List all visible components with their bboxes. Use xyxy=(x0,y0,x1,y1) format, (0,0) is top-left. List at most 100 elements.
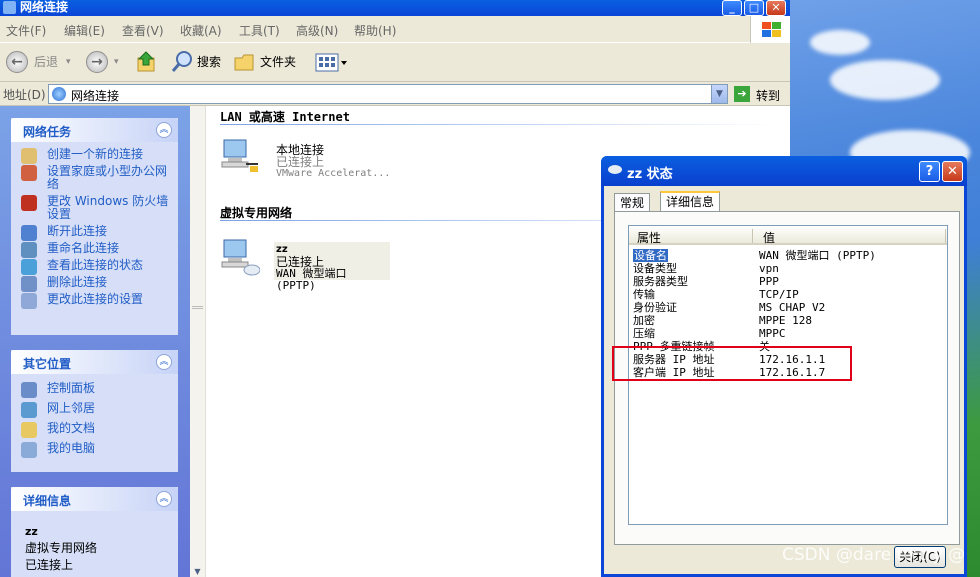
address-label: 地址(D) xyxy=(3,88,46,102)
address-value: 网络连接 xyxy=(71,89,120,103)
collapse-icon[interactable]: ︽ xyxy=(156,122,172,138)
lan-connection-status: 已连接上 xyxy=(276,155,325,169)
menu-view[interactable]: 查看(V) xyxy=(122,22,164,39)
window-title: 网络连接 xyxy=(20,0,69,14)
place-control-panel[interactable]: 控制面板 xyxy=(21,382,174,398)
dialog-title-bar: zz 状态 ? ✕ xyxy=(601,156,967,186)
search-icon[interactable] xyxy=(170,49,194,75)
lan-connection-icon xyxy=(221,139,258,172)
address-input[interactable]: 网络连接 ▼ xyxy=(48,84,728,104)
status-icon xyxy=(21,259,37,275)
group-divider xyxy=(220,124,780,125)
group-vpn-title: 虚拟专用网络 xyxy=(220,206,293,220)
list-row[interactable]: 身份验证 MS CHAP V2 xyxy=(629,301,947,314)
my-documents-icon xyxy=(21,422,37,438)
annotation-highlight-box xyxy=(612,346,852,381)
vpn-connection-device: WAN 微型端口 (PPTP) xyxy=(276,267,347,292)
back-dropdown-icon[interactable]: ▾ xyxy=(66,49,71,75)
menu-edit[interactable]: 编辑(E) xyxy=(64,22,105,39)
task-view-status[interactable]: 查看此连接的状态 xyxy=(21,259,174,275)
my-computer-icon xyxy=(21,442,37,458)
menu-file[interactable]: 文件(F) xyxy=(6,22,46,39)
folders-icon[interactable] xyxy=(233,49,257,75)
toolbar: ← 后退 ▾ → ▾ 搜索 文件夹 xyxy=(0,43,790,82)
go-arrow-icon: ➔ xyxy=(734,86,750,102)
menu-advanced[interactable]: 高级(N) xyxy=(296,22,338,39)
list-row[interactable]: 设备类型 vpn xyxy=(629,262,947,275)
network-icon xyxy=(52,87,66,101)
new-connection-icon xyxy=(21,148,37,164)
disconnect-icon xyxy=(21,225,37,241)
column-property[interactable]: 属性 xyxy=(637,229,661,246)
back-button[interactable]: 后退 xyxy=(34,49,58,75)
collapse-icon[interactable]: ︽ xyxy=(156,354,172,370)
details-type: 虚拟专用网络 xyxy=(25,541,98,555)
group-lan-title: LAN 或高速 Internet xyxy=(220,110,350,124)
column-value[interactable]: 值 xyxy=(763,229,775,246)
close-window-button[interactable]: ✕ xyxy=(766,0,786,16)
list-row[interactable]: 加密 MPPE 128 xyxy=(629,314,947,327)
task-change-firewall[interactable]: 更改 Windows 防火墙设置 xyxy=(21,195,174,221)
close-dialog-button[interactable]: ✕ xyxy=(942,161,963,182)
control-panel-icon xyxy=(21,382,37,398)
list-row[interactable]: 服务器类型 PPP xyxy=(629,275,947,288)
lan-connection-device: VMware Accelerat... xyxy=(276,168,391,179)
back-arrow-icon[interactable]: ← xyxy=(6,51,28,73)
up-folder-icon[interactable] xyxy=(135,49,157,75)
column-separator xyxy=(945,229,946,243)
collapse-icon[interactable]: ︽ xyxy=(156,491,172,507)
details-title: 详细信息 xyxy=(23,494,72,508)
network-tasks-header[interactable]: 网络任务 ︽ xyxy=(11,118,178,142)
menu-tools[interactable]: 工具(T) xyxy=(239,22,280,39)
place-network-neighborhood[interactable]: 网上邻居 xyxy=(21,402,174,418)
network-icon xyxy=(3,1,16,14)
list-row[interactable]: 设备名 WAN 微型端口 (PPTP) xyxy=(629,249,947,262)
help-button[interactable]: ? xyxy=(919,161,940,182)
task-rename[interactable]: 重命名此连接 xyxy=(21,242,174,258)
other-places-header[interactable]: 其它位置 ︽ xyxy=(11,350,178,374)
place-my-computer[interactable]: 我的电脑 xyxy=(21,442,174,458)
task-delete[interactable]: 删除此连接 xyxy=(21,276,174,292)
firewall-icon xyxy=(21,195,37,211)
forward-arrow-icon[interactable]: → xyxy=(86,51,108,73)
task-setup-home-network[interactable]: 设置家庭或小型办公网络 xyxy=(21,165,174,191)
network-places-icon xyxy=(21,402,37,418)
menu-help[interactable]: 帮助(H) xyxy=(354,22,396,39)
other-places-title: 其它位置 xyxy=(23,357,72,371)
dialog-title: zz 状态 xyxy=(627,167,673,182)
task-disconnect[interactable]: 断开此连接 xyxy=(21,225,174,241)
task-change-settings[interactable]: 更改此连接的设置 xyxy=(21,293,174,309)
forward-dropdown-icon[interactable]: ▾ xyxy=(114,49,119,75)
vpn-cloud-icon xyxy=(608,165,622,174)
search-button[interactable]: 搜索 xyxy=(197,49,221,75)
views-icon[interactable] xyxy=(314,49,348,75)
task-pane: 网络任务 ︽ 创建一个新的连接 设置家庭或小型办公网络 更改 Windows 防… xyxy=(0,106,190,577)
scroll-down-icon[interactable]: ▼ xyxy=(190,567,205,577)
address-bar: 地址(D) 网络连接 ▼ ➔ 转到 xyxy=(0,82,790,106)
folders-button[interactable]: 文件夹 xyxy=(260,49,296,75)
list-row[interactable]: 压缩 MPPC xyxy=(629,327,947,340)
maximize-button[interactable]: □ xyxy=(744,0,764,16)
title-bar: 网络连接 _ □ ✕ xyxy=(0,0,790,16)
details-status: 已连接上 xyxy=(25,558,74,572)
menu-bar: 文件(F) 编辑(E) 查看(V) 收藏(A) 工具(T) 高级(N) 帮助(H… xyxy=(0,16,790,43)
windows-flag-icon xyxy=(750,16,790,43)
list-row[interactable]: 传输 TCP/IP xyxy=(629,288,947,301)
other-places-panel: 其它位置 ︽ 控制面板 网上邻居 我的文档 我的电脑 xyxy=(11,350,178,472)
watermark-text: CSDN @dare to try @ xyxy=(782,545,966,565)
tab-general[interactable]: 常规 xyxy=(614,193,651,213)
minimize-button[interactable]: _ xyxy=(722,0,742,16)
network-tasks-panel: 网络任务 ︽ 创建一个新的连接 设置家庭或小型办公网络 更改 Windows 防… xyxy=(11,118,178,335)
details-panel: 详细信息 ︽ zz 虚拟专用网络 已连接上 xyxy=(11,487,178,577)
left-scrollbar[interactable]: ▼ xyxy=(190,106,206,577)
delete-icon xyxy=(21,276,37,292)
task-create-connection[interactable]: 创建一个新的连接 xyxy=(21,148,174,164)
go-button[interactable]: ➔ 转到 xyxy=(732,84,784,104)
place-my-documents[interactable]: 我的文档 xyxy=(21,422,174,438)
tab-details[interactable]: 详细信息 xyxy=(660,191,721,213)
menu-favorites[interactable]: 收藏(A) xyxy=(180,22,222,39)
address-dropdown-icon[interactable]: ▼ xyxy=(711,85,727,103)
details-header[interactable]: 详细信息 ︽ xyxy=(11,487,178,511)
vpn-connection-icon xyxy=(221,239,260,276)
column-separator xyxy=(752,229,753,243)
